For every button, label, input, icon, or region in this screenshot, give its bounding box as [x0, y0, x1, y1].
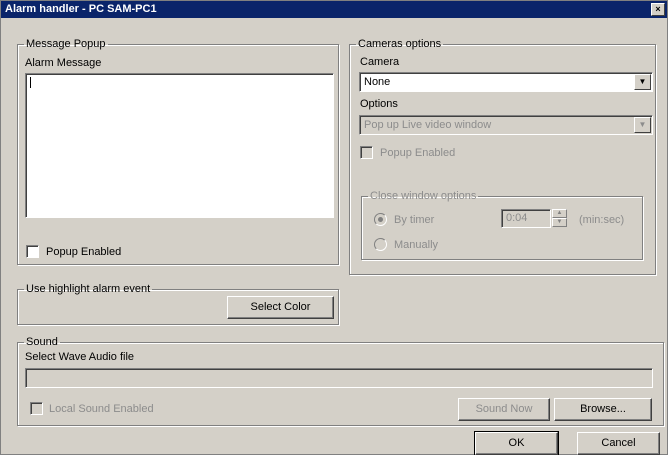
options-dropdown[interactable]: Pop up Live video window ▼	[359, 115, 653, 135]
by-timer-label[interactable]: By timer	[394, 214, 434, 226]
text-caret	[30, 77, 31, 88]
timer-value: 0:04	[506, 212, 528, 224]
timer-spinner[interactable]: ▲ ▼	[552, 209, 567, 227]
spin-down-icon[interactable]: ▼	[552, 218, 567, 227]
message-popup-enabled-checkbox[interactable]	[26, 245, 39, 258]
alarm-handler-dialog: Alarm handler - PC SAM-PC1 × Message Pop…	[0, 0, 668, 455]
radio-selected-dot	[378, 217, 383, 222]
highlight-alarm-legend: Use highlight alarm event	[26, 283, 151, 295]
timer-input[interactable]: 0:04	[501, 209, 551, 228]
camera-popup-enabled-label[interactable]: Popup Enabled	[380, 147, 455, 159]
options-label: Options	[360, 98, 398, 110]
alarm-message-label: Alarm Message	[25, 57, 102, 69]
close-button[interactable]: ×	[651, 3, 665, 16]
browse-button[interactable]: Browse...	[554, 398, 652, 421]
sound-legend: Sound	[26, 336, 58, 348]
cameras-options-legend: Cameras options	[358, 38, 442, 50]
camera-label: Camera	[360, 56, 400, 68]
chevron-down-icon[interactable]: ▼	[634, 117, 651, 133]
camera-value: None	[364, 76, 391, 88]
ok-button[interactable]: OK	[474, 431, 559, 455]
sound-now-button[interactable]: Sound Now	[458, 398, 550, 421]
message-popup-enabled-label[interactable]: Popup Enabled	[46, 246, 121, 258]
title-bar: Alarm handler - PC SAM-PC1 ×	[1, 1, 667, 18]
cancel-button[interactable]: Cancel	[577, 432, 660, 455]
chevron-down-icon[interactable]: ▼	[634, 74, 651, 90]
options-value: Pop up Live video window	[364, 119, 492, 131]
close-window-options-legend: Close window options	[370, 190, 477, 202]
timer-unit-label: (min:sec)	[579, 214, 625, 226]
camera-dropdown[interactable]: None ▼	[359, 72, 653, 92]
window-title: Alarm handler - PC SAM-PC1	[5, 3, 157, 15]
manually-label[interactable]: Manually	[394, 239, 438, 251]
wave-file-label: Select Wave Audio file	[25, 351, 135, 363]
camera-popup-enabled-checkbox[interactable]	[360, 146, 373, 159]
wave-file-input[interactable]	[25, 368, 653, 388]
spin-up-icon[interactable]: ▲	[552, 209, 567, 218]
select-color-button[interactable]: Select Color	[227, 296, 334, 319]
local-sound-label[interactable]: Local Sound Enabled	[49, 403, 154, 415]
local-sound-checkbox[interactable]	[30, 402, 43, 415]
manually-radio[interactable]	[374, 238, 387, 251]
by-timer-radio[interactable]	[374, 213, 387, 226]
message-popup-legend: Message Popup	[26, 38, 106, 50]
alarm-message-textarea[interactable]	[25, 73, 334, 218]
